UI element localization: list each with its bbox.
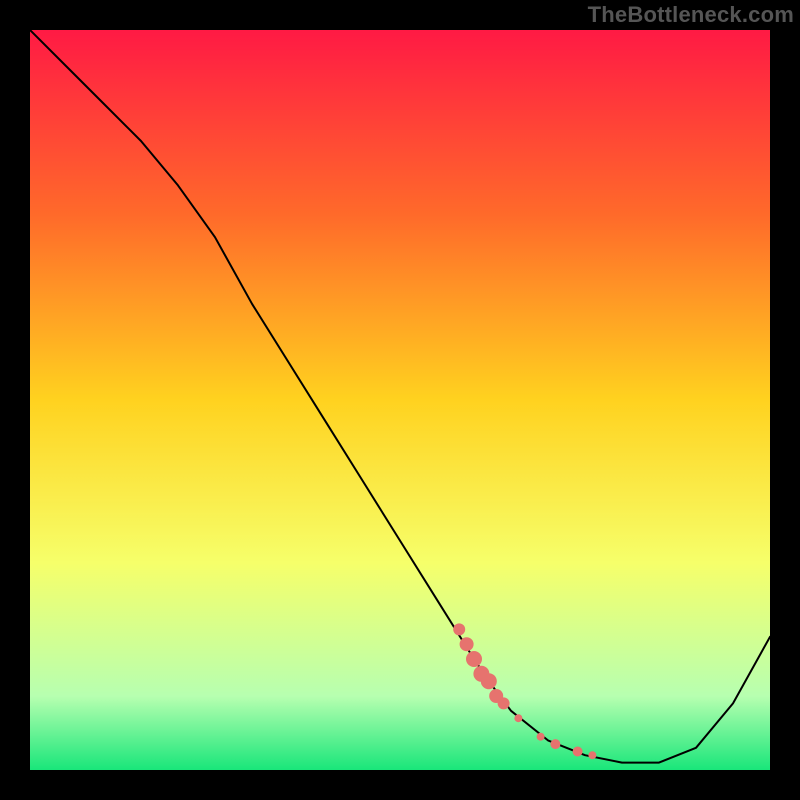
marker-point <box>573 747 583 757</box>
marker-point <box>466 651 482 667</box>
marker-point <box>453 623 465 635</box>
watermark-label: TheBottleneck.com <box>588 2 794 28</box>
marker-point <box>460 637 474 651</box>
marker-point <box>537 733 545 741</box>
marker-point <box>550 739 560 749</box>
marker-point <box>514 714 522 722</box>
plot-area <box>30 30 770 770</box>
chart-frame: TheBottleneck.com <box>0 0 800 800</box>
marker-point <box>588 751 596 759</box>
marker-point <box>481 673 497 689</box>
marker-point <box>498 697 510 709</box>
plot-svg <box>30 30 770 770</box>
